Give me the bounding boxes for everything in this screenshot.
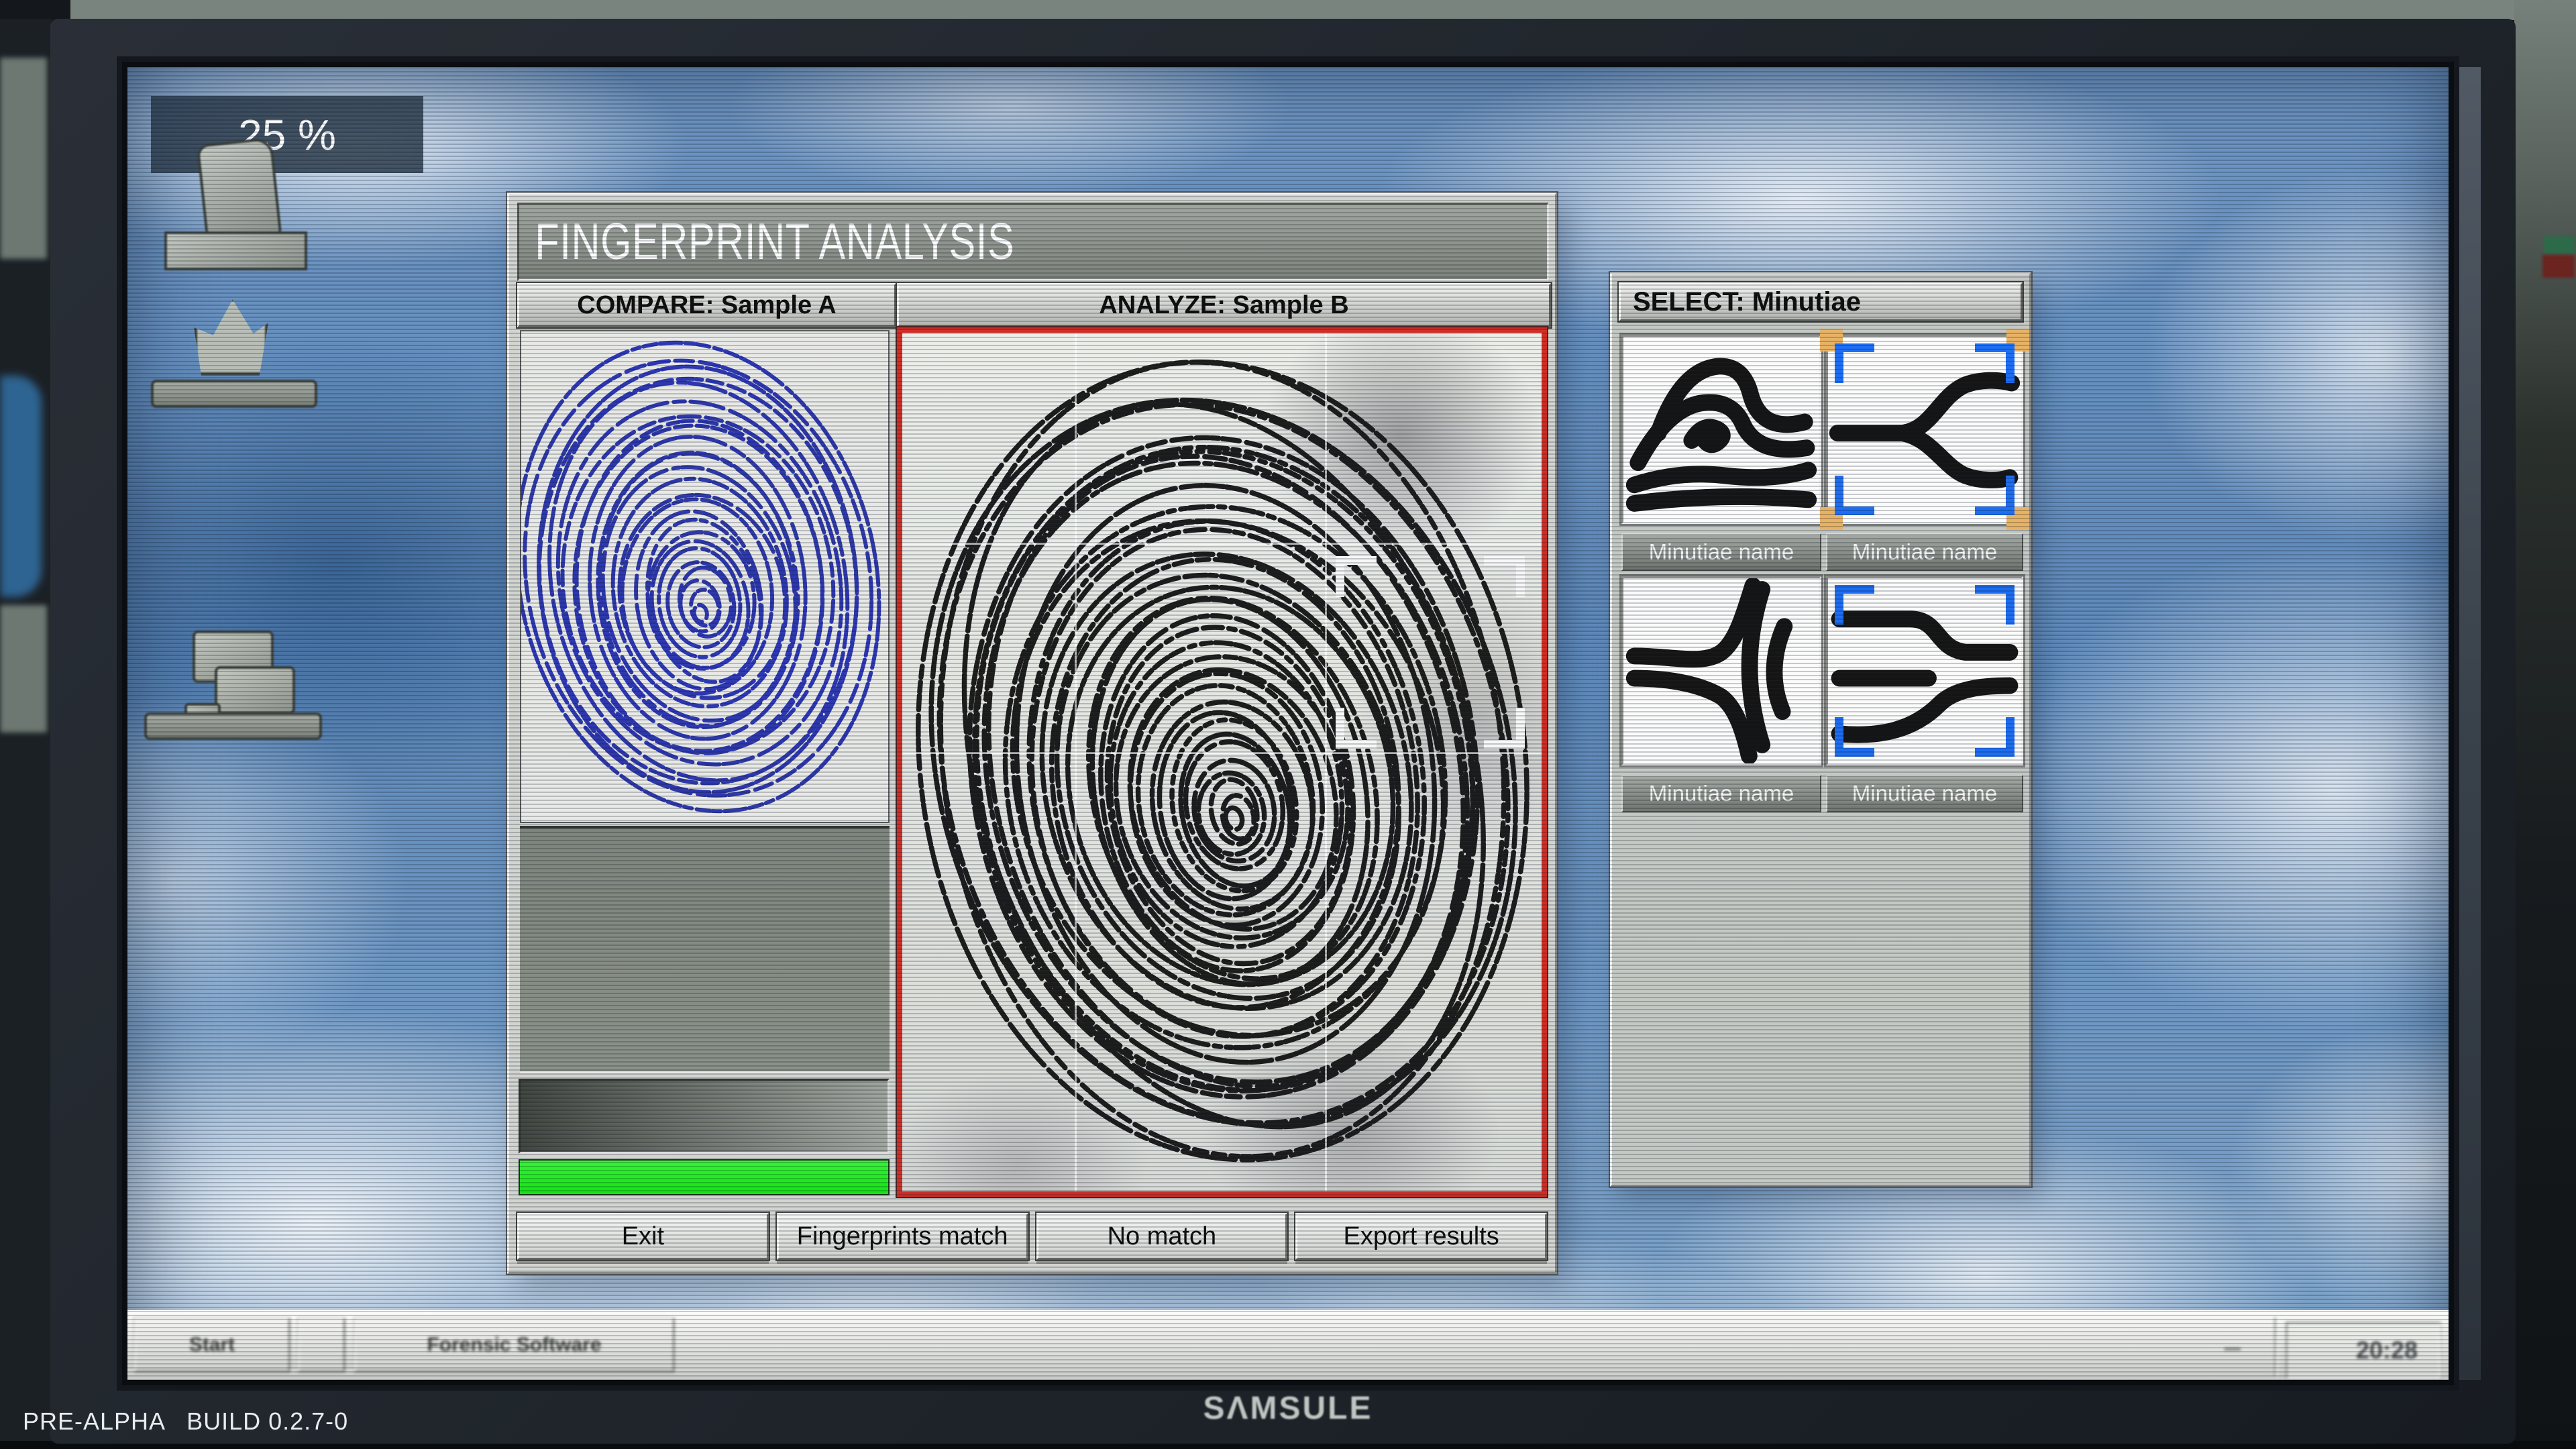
- analyze-header-label: ANALYZE: Sample B: [1099, 291, 1348, 320]
- start-button[interactable]: Start: [134, 1318, 290, 1372]
- tray-collapse-icon: –: [2212, 1331, 2253, 1363]
- tray-divider: [2274, 1318, 2277, 1377]
- room-left-edge: [0, 19, 52, 1449]
- bracket-corner-icon: [1336, 708, 1377, 749]
- stamp-icon[interactable]: [197, 137, 282, 244]
- fingerprints-match-button[interactable]: Fingerprints match: [777, 1213, 1028, 1260]
- minutiae-select-panel: SELECT: Minutiae Minutiae name: [1610, 272, 2031, 1187]
- bezel-inner-highlight: [2450, 67, 2481, 1380]
- stamp-icon-base[interactable]: [164, 231, 307, 270]
- sample-a-fingerprint-image[interactable]: [520, 330, 890, 823]
- computer-icon-body[interactable]: [215, 666, 295, 714]
- compare-sample-header: COMPARE: Sample A: [517, 283, 896, 327]
- shelf-icon: [151, 380, 317, 408]
- compare-header-label: COMPARE: Sample A: [577, 291, 836, 320]
- delta-pattern-icon[interactable]: [1621, 576, 1821, 765]
- grid-line-horizontal: [902, 752, 1542, 754]
- grid-line-vertical: [1325, 333, 1327, 1191]
- arch-pattern-icon[interactable]: [1621, 335, 1821, 524]
- room-wall: [0, 0, 2576, 20]
- window-title-bar[interactable]: FINGERPRINT ANALYSIS: [517, 203, 1549, 281]
- bracket-corner-icon: [1336, 556, 1377, 597]
- minutiae-option-1[interactable]: Minutiae name: [1621, 335, 1821, 571]
- bifurcation-icon[interactable]: [1826, 335, 2023, 524]
- comparison-progress-fill: [520, 1161, 888, 1194]
- grid-line-vertical: [1075, 333, 1077, 1191]
- bracket-corner-icon: [1484, 708, 1525, 749]
- fingerprint-a-graphic: [521, 331, 888, 822]
- window-button-row: Exit Fingerprints match No match Export …: [517, 1213, 1547, 1260]
- no-match-button[interactable]: No match: [1036, 1213, 1288, 1260]
- build-version-label: PRE-ALPHA BUILD 0.2.7-0: [23, 1407, 348, 1436]
- room-prop-red: [2542, 255, 2575, 278]
- room-right-edge: [2514, 0, 2576, 1449]
- analyze-sample-header: ANALYZE: Sample B: [897, 283, 1551, 327]
- monitor-brand-label: SΛMSULE: [1167, 1390, 1409, 1430]
- shelf-icon: [144, 712, 322, 740]
- room-prop: [0, 58, 47, 259]
- ridge-split-icon[interactable]: [1826, 576, 2023, 765]
- room-prop: [0, 605, 47, 733]
- match-progress-badge: 25 %: [151, 96, 423, 173]
- minutiae-option-4[interactable]: Minutiae name: [1826, 576, 2023, 812]
- minutiae-name-button[interactable]: Minutiae name: [1826, 775, 2023, 812]
- taskbar: Start Forensic Software – 20:28: [127, 1310, 2449, 1380]
- fingerprint-analysis-window: FINGERPRINT ANALYSIS COMPARE: Sample A A…: [507, 193, 1557, 1274]
- minutiae-name-button[interactable]: Minutiae name: [1621, 775, 1821, 812]
- exit-button[interactable]: Exit: [517, 1213, 769, 1260]
- minutiae-name-button[interactable]: Minutiae name: [1621, 533, 1821, 571]
- fingerprint-b-graphic: [902, 333, 1542, 1191]
- sample-b-analysis-viewport[interactable]: [897, 327, 1547, 1197]
- bracket-corner-icon: [1484, 556, 1525, 597]
- quick-launch-button[interactable]: [298, 1318, 345, 1372]
- compare-meter-box: [519, 1079, 890, 1154]
- grid-line-horizontal: [902, 543, 1542, 545]
- desktop-screen: 25 % FINGERPRINT ANALYSIS COMPARE: Sampl…: [127, 67, 2449, 1380]
- room-prop-blue: [0, 376, 42, 597]
- minutiae-option-2[interactable]: Minutiae name: [1826, 335, 2023, 571]
- minutiae-panel-header: SELECT: Minutiae: [1619, 282, 2023, 321]
- selection-brackets[interactable]: [1336, 556, 1525, 749]
- comparison-progress-bar: [519, 1159, 890, 1195]
- minutiae-header-label: SELECT: Minutiae: [1633, 287, 1861, 317]
- crown-icon[interactable]: [194, 298, 268, 376]
- forensic-software-task-button[interactable]: Forensic Software: [354, 1318, 674, 1372]
- window-title: FINGERPRINT ANALYSIS: [519, 213, 1014, 271]
- minutiae-option-3[interactable]: Minutiae name: [1621, 576, 1821, 812]
- taskbar-clock: 20:28: [2286, 1322, 2440, 1379]
- room-prop-green: [2544, 236, 2575, 254]
- export-results-button[interactable]: Export results: [1295, 1213, 1547, 1260]
- game-screen: SΛMSULE 25 % FINGERPRINT ANALYSIS: [0, 0, 2576, 1449]
- compare-info-box: [520, 826, 890, 1073]
- minutiae-name-button[interactable]: Minutiae name: [1826, 533, 2023, 571]
